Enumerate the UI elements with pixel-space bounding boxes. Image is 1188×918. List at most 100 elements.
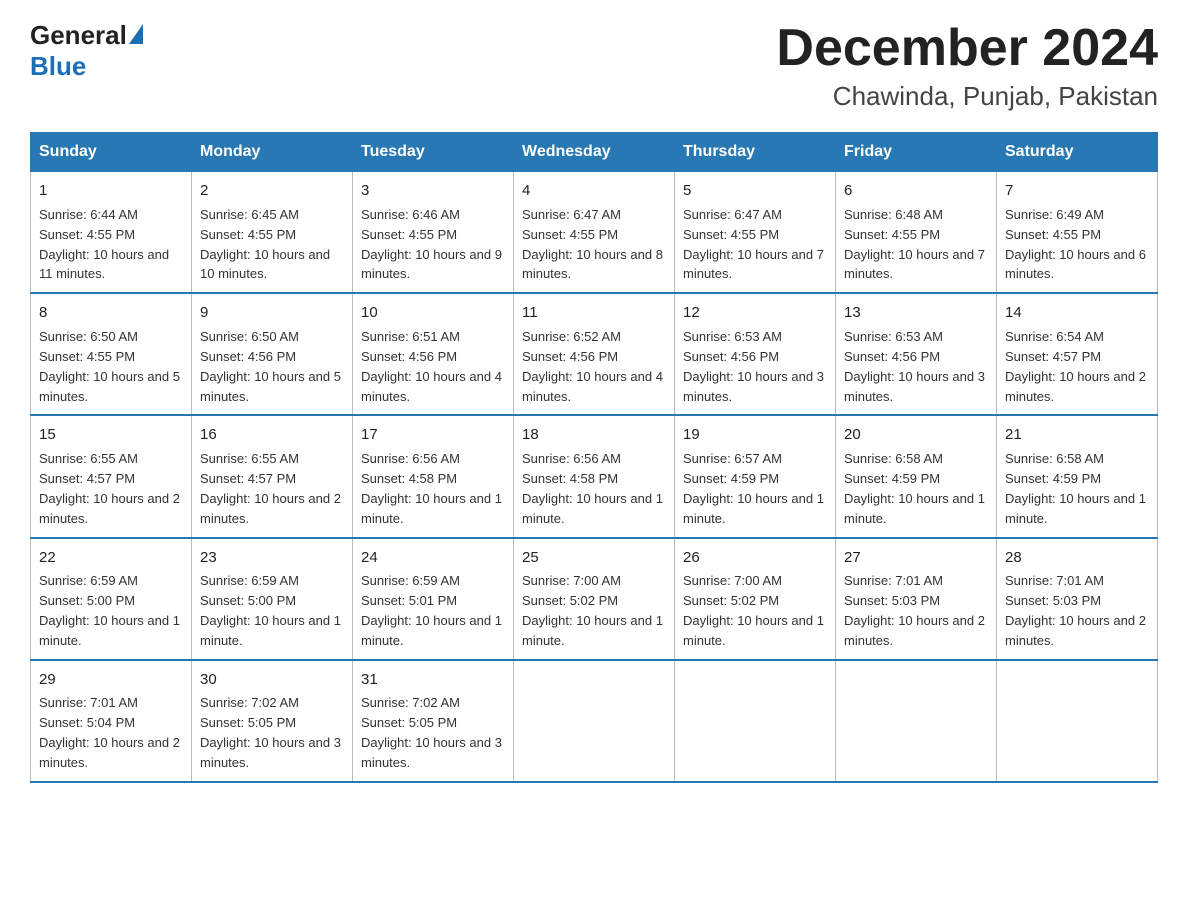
day-info: Sunrise: 6:50 AMSunset: 4:55 PMDaylight:… <box>39 329 180 404</box>
day-number: 17 <box>361 424 505 446</box>
header-row: SundayMondayTuesdayWednesdayThursdayFrid… <box>31 133 1158 172</box>
day-info: Sunrise: 6:52 AMSunset: 4:56 PMDaylight:… <box>522 329 663 404</box>
day-info: Sunrise: 6:58 AMSunset: 4:59 PMDaylight:… <box>1005 451 1146 526</box>
day-info: Sunrise: 6:46 AMSunset: 4:55 PMDaylight:… <box>361 207 502 282</box>
day-cell: 8 Sunrise: 6:50 AMSunset: 4:55 PMDaylight… <box>31 293 192 415</box>
page-header: General Blue December 2024 Chawinda, Pun… <box>30 20 1158 112</box>
day-info: Sunrise: 6:48 AMSunset: 4:55 PMDaylight:… <box>844 207 985 282</box>
day-number: 25 <box>522 547 666 569</box>
day-info: Sunrise: 7:01 AMSunset: 5:03 PMDaylight:… <box>844 573 985 648</box>
day-info: Sunrise: 6:45 AMSunset: 4:55 PMDaylight:… <box>200 207 330 282</box>
logo: General Blue <box>30 20 143 82</box>
day-number: 2 <box>200 180 344 202</box>
day-cell: 22 Sunrise: 6:59 AMSunset: 5:00 PMDayligh… <box>31 538 192 660</box>
day-cell: 30 Sunrise: 7:02 AMSunset: 5:05 PMDayligh… <box>192 660 353 782</box>
day-info: Sunrise: 6:59 AMSunset: 5:01 PMDaylight:… <box>361 573 502 648</box>
week-row: 22 Sunrise: 6:59 AMSunset: 5:00 PMDayligh… <box>31 538 1158 660</box>
day-info: Sunrise: 6:54 AMSunset: 4:57 PMDaylight:… <box>1005 329 1146 404</box>
day-number: 16 <box>200 424 344 446</box>
day-number: 22 <box>39 547 183 569</box>
day-cell: 14 Sunrise: 6:54 AMSunset: 4:57 PMDayligh… <box>997 293 1158 415</box>
logo-general-text: General <box>30 20 127 51</box>
calendar-table: SundayMondayTuesdayWednesdayThursdayFrid… <box>30 132 1158 783</box>
day-info: Sunrise: 6:59 AMSunset: 5:00 PMDaylight:… <box>200 573 341 648</box>
day-info: Sunrise: 7:01 AMSunset: 5:03 PMDaylight:… <box>1005 573 1146 648</box>
day-info: Sunrise: 7:00 AMSunset: 5:02 PMDaylight:… <box>522 573 663 648</box>
day-cell: 25 Sunrise: 7:00 AMSunset: 5:02 PMDayligh… <box>514 538 675 660</box>
day-cell: 29 Sunrise: 7:01 AMSunset: 5:04 PMDayligh… <box>31 660 192 782</box>
day-info: Sunrise: 6:53 AMSunset: 4:56 PMDaylight:… <box>683 329 824 404</box>
day-number: 4 <box>522 180 666 202</box>
day-cell: 13Sunrise: 6:53 AMSunset: 4:56 PMDayligh… <box>836 293 997 415</box>
day-number: 12 <box>683 302 827 324</box>
day-number: 18 <box>522 424 666 446</box>
day-number: 10 <box>361 302 505 324</box>
day-info: Sunrise: 7:01 AMSunset: 5:04 PMDaylight:… <box>39 695 180 770</box>
day-number: 28 <box>1005 547 1149 569</box>
day-number: 20 <box>844 424 988 446</box>
day-info: Sunrise: 6:58 AMSunset: 4:59 PMDaylight:… <box>844 451 985 526</box>
day-info: Sunrise: 6:44 AMSunset: 4:55 PMDaylight:… <box>39 207 169 282</box>
day-info: Sunrise: 6:55 AMSunset: 4:57 PMDaylight:… <box>200 451 341 526</box>
day-cell <box>675 660 836 782</box>
day-cell: 26 Sunrise: 7:00 AMSunset: 5:02 PMDayligh… <box>675 538 836 660</box>
day-cell: 16 Sunrise: 6:55 AMSunset: 4:57 PMDayligh… <box>192 415 353 537</box>
day-info: Sunrise: 6:59 AMSunset: 5:00 PMDaylight:… <box>39 573 180 648</box>
day-cell: 11 Sunrise: 6:52 AMSunset: 4:56 PMDayligh… <box>514 293 675 415</box>
day-number: 29 <box>39 669 183 691</box>
header-cell-thursday: Thursday <box>675 133 836 172</box>
calendar-body: 1Sunrise: 6:44 AMSunset: 4:55 PMDaylight… <box>31 172 1158 782</box>
day-cell: 20 Sunrise: 6:58 AMSunset: 4:59 PMDayligh… <box>836 415 997 537</box>
day-number: 11 <box>522 302 666 324</box>
day-info: Sunrise: 7:02 AMSunset: 5:05 PMDaylight:… <box>200 695 341 770</box>
day-cell: 7 Sunrise: 6:49 AMSunset: 4:55 PMDaylight… <box>997 172 1158 294</box>
day-info: Sunrise: 7:00 AMSunset: 5:02 PMDaylight:… <box>683 573 824 648</box>
day-cell: 9 Sunrise: 6:50 AMSunset: 4:56 PMDaylight… <box>192 293 353 415</box>
week-row: 1Sunrise: 6:44 AMSunset: 4:55 PMDaylight… <box>31 172 1158 294</box>
logo-triangle-icon <box>129 24 143 44</box>
day-number: 7 <box>1005 180 1149 202</box>
day-number: 23 <box>200 547 344 569</box>
month-title: December 2024 <box>776 20 1158 77</box>
day-number: 9 <box>200 302 344 324</box>
day-number: 5 <box>683 180 827 202</box>
day-info: Sunrise: 6:57 AMSunset: 4:59 PMDaylight:… <box>683 451 824 526</box>
day-cell <box>997 660 1158 782</box>
day-cell: 10 Sunrise: 6:51 AMSunset: 4:56 PMDayligh… <box>353 293 514 415</box>
day-cell: 21Sunrise: 6:58 AMSunset: 4:59 PMDayligh… <box>997 415 1158 537</box>
day-number: 14 <box>1005 302 1149 324</box>
day-number: 26 <box>683 547 827 569</box>
week-row: 15Sunrise: 6:55 AMSunset: 4:57 PMDayligh… <box>31 415 1158 537</box>
day-info: Sunrise: 6:56 AMSunset: 4:58 PMDaylight:… <box>522 451 663 526</box>
day-info: Sunrise: 6:50 AMSunset: 4:56 PMDaylight:… <box>200 329 341 404</box>
day-cell: 5Sunrise: 6:47 AMSunset: 4:55 PMDaylight… <box>675 172 836 294</box>
day-info: Sunrise: 6:49 AMSunset: 4:55 PMDaylight:… <box>1005 207 1146 282</box>
day-cell: 12 Sunrise: 6:53 AMSunset: 4:56 PMDayligh… <box>675 293 836 415</box>
day-info: Sunrise: 6:55 AMSunset: 4:57 PMDaylight:… <box>39 451 180 526</box>
day-info: Sunrise: 7:02 AMSunset: 5:05 PMDaylight:… <box>361 695 502 770</box>
week-row: 8 Sunrise: 6:50 AMSunset: 4:55 PMDaylight… <box>31 293 1158 415</box>
day-cell: 27Sunrise: 7:01 AMSunset: 5:03 PMDayligh… <box>836 538 997 660</box>
day-cell: 17 Sunrise: 6:56 AMSunset: 4:58 PMDayligh… <box>353 415 514 537</box>
header-cell-tuesday: Tuesday <box>353 133 514 172</box>
day-info: Sunrise: 6:56 AMSunset: 4:58 PMDaylight:… <box>361 451 502 526</box>
day-cell: 6Sunrise: 6:48 AMSunset: 4:55 PMDaylight… <box>836 172 997 294</box>
day-cell <box>836 660 997 782</box>
day-number: 30 <box>200 669 344 691</box>
day-cell: 1Sunrise: 6:44 AMSunset: 4:55 PMDaylight… <box>31 172 192 294</box>
day-number: 8 <box>39 302 183 324</box>
day-cell: 23 Sunrise: 6:59 AMSunset: 5:00 PMDayligh… <box>192 538 353 660</box>
day-cell: 3 Sunrise: 6:46 AMSunset: 4:55 PMDaylight… <box>353 172 514 294</box>
day-info: Sunrise: 6:51 AMSunset: 4:56 PMDaylight:… <box>361 329 502 404</box>
day-number: 31 <box>361 669 505 691</box>
day-cell: 2 Sunrise: 6:45 AMSunset: 4:55 PMDaylight… <box>192 172 353 294</box>
day-info: Sunrise: 6:47 AMSunset: 4:55 PMDaylight:… <box>522 207 663 282</box>
calendar-header: SundayMondayTuesdayWednesdayThursdayFrid… <box>31 133 1158 172</box>
day-number: 24 <box>361 547 505 569</box>
day-number: 3 <box>361 180 505 202</box>
header-cell-friday: Friday <box>836 133 997 172</box>
day-cell: 31 Sunrise: 7:02 AMSunset: 5:05 PMDayligh… <box>353 660 514 782</box>
day-cell: 18 Sunrise: 6:56 AMSunset: 4:58 PMDayligh… <box>514 415 675 537</box>
location-title: Chawinda, Punjab, Pakistan <box>776 81 1158 112</box>
day-cell: 4 Sunrise: 6:47 AMSunset: 4:55 PMDaylight… <box>514 172 675 294</box>
